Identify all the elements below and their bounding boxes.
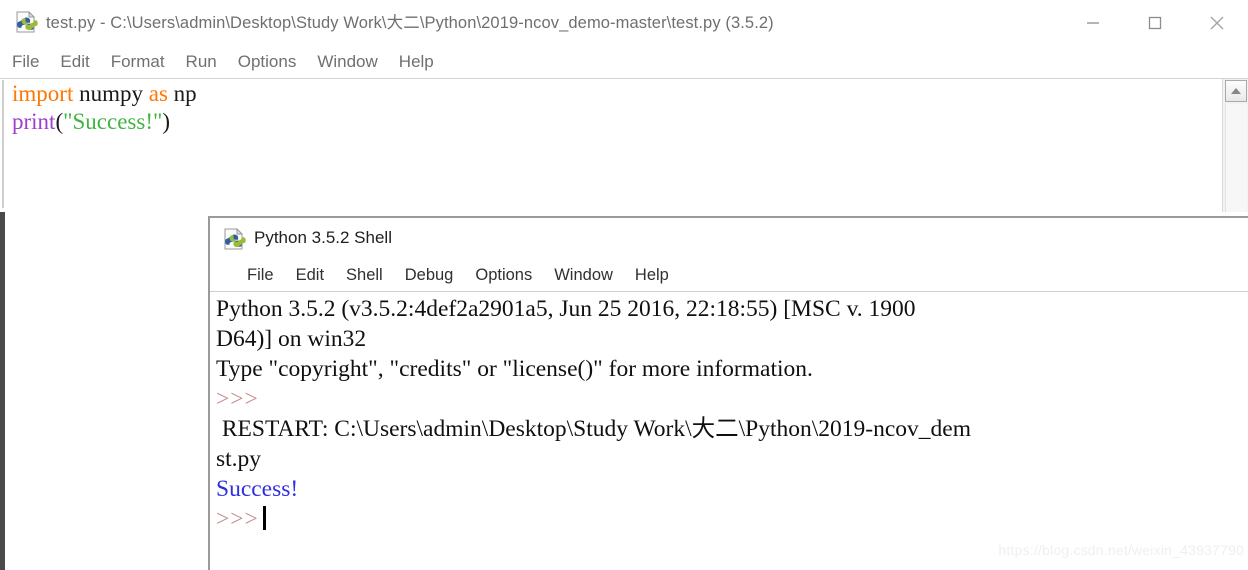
shell-text: Success! [216,476,299,502]
shell-menu-item-window[interactable]: Window [554,266,613,285]
shell-text: Python 3.5.2 (v3.5.2:4def2a2901a5, Jun 2… [216,296,916,322]
shell-line: RESTART: C:\Users\admin\Desktop\Study Wo… [216,414,1248,444]
shell-text: D64)] on win32 [216,326,367,352]
text-cursor [262,506,266,530]
menu-item-edit[interactable]: Edit [60,52,89,72]
shell-prompt: >>> [216,506,259,532]
python-idle-icon [222,227,246,251]
code-token: np [167,81,197,106]
editor-menubar-divider [0,78,1248,79]
shell-line: Success! [216,474,1248,504]
editor-menubar: File Edit Format Run Options Window Help [0,45,1248,78]
code-token: ( [55,109,64,134]
shell-titlebar[interactable]: Python 3.5.2 Shell [210,218,1248,260]
editor-titlebar[interactable]: test.py - C:\Users\admin\Desktop\Study W… [0,0,1248,45]
scrollbar-track[interactable] [1225,104,1247,212]
shell-menubar-divider [210,291,1248,292]
menu-item-format[interactable]: Format [111,52,165,72]
maximize-icon [1148,16,1162,29]
editor-window: test.py - C:\Users\admin\Desktop\Study W… [0,0,1248,212]
maximize-button[interactable] [1124,0,1186,45]
menu-item-file[interactable]: File [12,52,39,72]
shell-text-area[interactable]: Python 3.5.2 (v3.5.2:4def2a2901a5, Jun 2… [216,294,1248,570]
menu-item-window[interactable]: Window [317,52,377,72]
watermark: https://blog.csdn.net/weixin_43937790 [998,542,1244,558]
minimize-icon [1087,21,1099,24]
code-token: "Success!" [63,109,163,134]
shell-window: Python 3.5.2 Shell File Edit Shell Debug… [208,216,1248,570]
shell-line: >>> [216,504,1248,534]
triangle-up-glyph [1231,88,1241,94]
shell-line: >>> [216,384,1248,414]
shell-menu-item-file[interactable]: File [247,266,274,285]
scroll-up-arrow-icon[interactable] [1225,80,1247,102]
editor-text-area[interactable]: import numpy as np print("Success!") [2,80,1220,208]
close-icon [1210,16,1224,29]
shell-text: RESTART: C:\Users\admin\Desktop\Study Wo… [216,416,971,442]
shell-title-text: Python 3.5.2 Shell [254,228,392,247]
code-token: import [12,81,74,106]
close-button[interactable] [1186,0,1248,45]
shell-line: st.py [216,444,1248,474]
editor-window-controls [1062,0,1248,45]
menu-item-options[interactable]: Options [238,52,297,72]
code-line: print("Success!") [4,108,1220,136]
code-token: ) [162,109,171,134]
editor-vertical-scrollbar[interactable] [1222,79,1248,212]
shell-text: st.py [216,446,262,472]
code-token: as [148,81,168,106]
code-token: numpy [73,81,149,106]
shell-prompt: >>> [216,386,259,412]
shell-menu-item-edit[interactable]: Edit [296,266,324,285]
shell-line: Python 3.5.2 (v3.5.2:4def2a2901a5, Jun 2… [216,294,1248,324]
screen: test.py - C:\Users\admin\Desktop\Study W… [0,0,1248,570]
desktop-backdrop-left [0,212,5,570]
menu-item-help[interactable]: Help [399,52,434,72]
shell-menu-item-help[interactable]: Help [635,266,669,285]
shell-line: Type "copyright", "credits" or "license(… [216,354,1248,384]
shell-menubar: File Edit Shell Debug Options Window Hel… [210,260,1248,290]
shell-menu-item-debug[interactable]: Debug [405,266,454,285]
shell-line: D64)] on win32 [216,324,1248,354]
editor-title-text: test.py - C:\Users\admin\Desktop\Study W… [46,14,774,32]
shell-menu-item-options[interactable]: Options [475,266,532,285]
shell-text: Type "copyright", "credits" or "license(… [216,356,813,382]
code-body: import numpy as np print("Success!") [4,80,1220,136]
python-idle-icon [14,10,38,34]
menu-item-run[interactable]: Run [186,52,217,72]
shell-output-body: Python 3.5.2 (v3.5.2:4def2a2901a5, Jun 2… [216,294,1248,534]
shell-menu-item-shell[interactable]: Shell [346,266,383,285]
code-line: import numpy as np [4,80,1220,108]
code-token: print [12,109,56,134]
minimize-button[interactable] [1062,0,1124,45]
